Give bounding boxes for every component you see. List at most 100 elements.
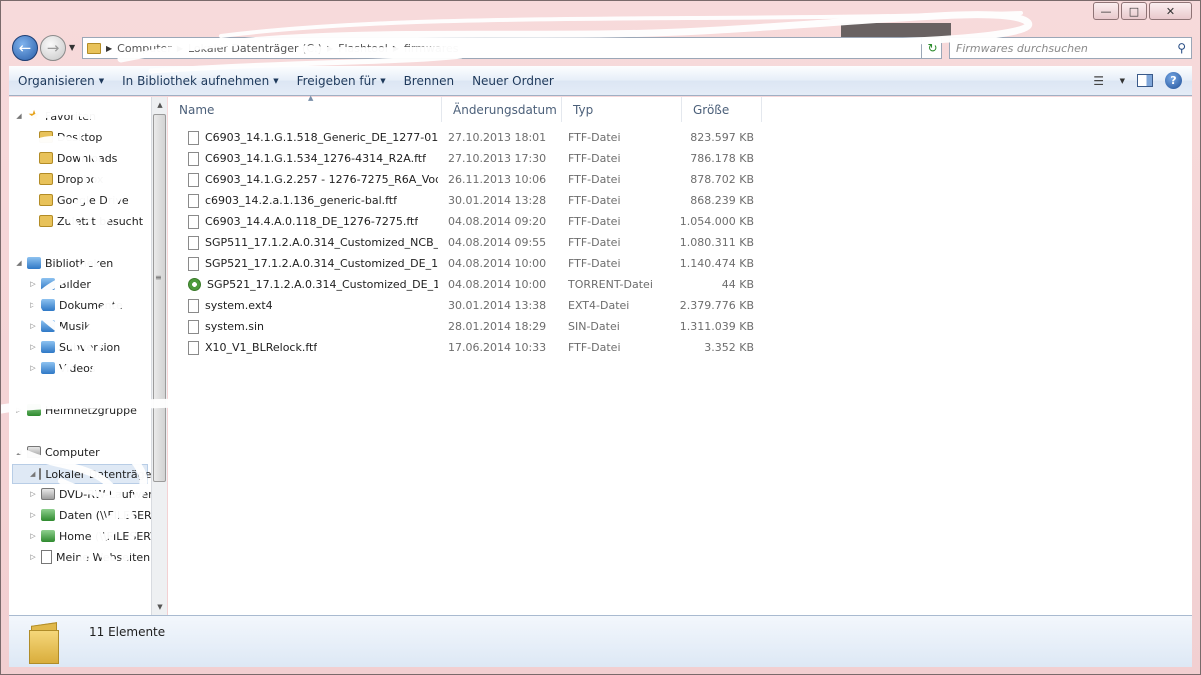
file-date: 04.08.2014 09:55 bbox=[448, 236, 547, 249]
expand-arrow-icon[interactable]: ▷ bbox=[29, 490, 37, 498]
search-input[interactable]: Firmwares durchsuchen ⚲ bbox=[949, 37, 1192, 59]
back-button[interactable]: ← bbox=[12, 35, 38, 61]
expand-arrow-icon[interactable]: ▷ bbox=[29, 280, 37, 288]
file-date: 28.01.2014 18:29 bbox=[448, 320, 547, 333]
nav-item-network-data[interactable]: ▷ Daten (\\FILESERVER) bbox=[29, 506, 151, 524]
refresh-icon: ↻ bbox=[927, 41, 938, 55]
expand-arrow-icon[interactable]: ◢ bbox=[15, 112, 23, 120]
breadcrumb-flashtool[interactable]: Flashtool bbox=[338, 42, 388, 55]
nav-item-libraries[interactable]: ◢ Bibliotheken bbox=[15, 254, 113, 272]
expand-arrow-icon[interactable]: ◢ bbox=[30, 470, 35, 478]
file-size: 1.140.474 KB bbox=[679, 257, 754, 270]
close-button[interactable]: ✕ bbox=[1149, 2, 1192, 20]
view-dropdown-icon[interactable]: ▼ bbox=[1120, 77, 1125, 85]
expand-arrow-icon[interactable]: ▷ bbox=[29, 553, 37, 561]
column-header-label: Name bbox=[179, 102, 215, 117]
nav-item-dropbox[interactable]: Dropbox bbox=[39, 170, 103, 188]
nav-item-google-drive[interactable]: Google Drive bbox=[39, 191, 129, 209]
column-header-size[interactable]: Größe bbox=[682, 97, 762, 122]
document-icon bbox=[41, 550, 52, 564]
address-bar[interactable]: ▶ Computer ▶ Lokaler Datenträger (C:) ▶ … bbox=[82, 37, 942, 59]
expand-arrow-icon[interactable]: ◢ bbox=[15, 448, 23, 456]
expand-arrow-icon[interactable]: ▷ bbox=[29, 532, 37, 540]
column-header-date[interactable]: Änderungsdatum bbox=[442, 97, 562, 122]
chevron-right-icon[interactable]: ▶ bbox=[327, 44, 333, 53]
expand-arrow-icon[interactable]: ▷ bbox=[29, 511, 37, 519]
refresh-button[interactable]: ↻ bbox=[921, 37, 943, 59]
nav-item-videos[interactable]: ▷ Videos bbox=[29, 359, 95, 377]
drive-icon bbox=[39, 468, 42, 480]
file-name-cell: system.ext4 bbox=[188, 298, 438, 313]
file-name-cell: SGP511_17.1.2.A.0.314_Customized_NCB_... bbox=[188, 235, 438, 250]
file-icon bbox=[188, 214, 199, 229]
expand-arrow-icon[interactable]: ▷ bbox=[29, 322, 37, 330]
breadcrumb-drive[interactable]: Lokaler Datenträger (C:) bbox=[188, 42, 322, 55]
nav-item-homegroup[interactable]: ▷ Heimnetzgruppe bbox=[15, 401, 137, 419]
chevron-right-icon[interactable]: ▶ bbox=[177, 44, 183, 53]
library-icon bbox=[41, 320, 55, 332]
chevron-right-icon[interactable]: ▶ bbox=[393, 44, 399, 53]
scroll-down-icon[interactable]: ▼ bbox=[152, 599, 168, 615]
breadcrumb-computer[interactable]: Computer bbox=[117, 42, 172, 55]
file-name-cell: C6903_14.1.G.2.257 - 1276-7275_R6A_Vod..… bbox=[188, 172, 438, 187]
nav-item-subversion[interactable]: ▷ Subversion bbox=[29, 338, 120, 356]
search-icon[interactable]: ⚲ bbox=[1177, 41, 1186, 55]
nav-item-label: Bibliotheken bbox=[45, 256, 114, 270]
file-date: 30.01.2014 13:28 bbox=[448, 194, 547, 207]
include-library-menu[interactable]: In Bibliothek aufnehmen ▼ bbox=[113, 69, 287, 93]
nav-item-label: Dropbox bbox=[57, 172, 104, 186]
nav-item-computer[interactable]: ◢ Computer bbox=[15, 443, 99, 461]
nav-item-documents[interactable]: ▷ Dokumente bbox=[29, 296, 122, 314]
nav-item-label: Bilder bbox=[59, 277, 91, 291]
nav-item-my-websites[interactable]: ▷ Meine Webseiten bbox=[29, 548, 150, 566]
nav-item-music[interactable]: ▷ Musik bbox=[29, 317, 90, 335]
recent-pages-dropdown[interactable]: ▼ bbox=[69, 43, 75, 52]
nav-item-local-disk[interactable]: ◢ Lokaler Datenträger bbox=[12, 464, 151, 484]
share-menu[interactable]: Freigeben für ▼ bbox=[288, 69, 395, 93]
nav-item-favorites[interactable]: ◢ ★ Favoriten bbox=[15, 107, 96, 125]
breadcrumb-firmwares[interactable]: firmwares bbox=[404, 42, 459, 55]
nav-item-recent[interactable]: Zuletzt besucht bbox=[39, 212, 143, 230]
change-view-button[interactable]: ☰ bbox=[1090, 74, 1108, 88]
expand-arrow-icon[interactable]: ▷ bbox=[29, 364, 37, 372]
star-icon: ★ bbox=[27, 108, 41, 124]
maximize-button[interactable]: □ bbox=[1121, 2, 1147, 20]
column-header-name[interactable]: ▲ Name bbox=[168, 94, 442, 122]
folder-icon bbox=[39, 194, 53, 206]
navpane-scrollbar[interactable]: ▲ ≡ ▼ bbox=[151, 97, 167, 615]
scrollbar-thumb[interactable] bbox=[153, 114, 166, 482]
expand-arrow-icon[interactable]: ▷ bbox=[29, 301, 37, 309]
nav-item-dvd-drive[interactable]: ▷ DVD-RW-Laufwerk bbox=[29, 485, 151, 503]
chevron-right-icon[interactable]: ▶ bbox=[106, 44, 112, 53]
file-name: c6903_14.2.a.1.136_generic-bal.ftf bbox=[205, 194, 397, 207]
burn-button[interactable]: Brennen bbox=[395, 69, 463, 93]
preview-pane-icon[interactable] bbox=[1137, 74, 1153, 87]
nav-item-downloads[interactable]: Downloads bbox=[39, 149, 117, 167]
help-icon[interactable]: ? bbox=[1165, 72, 1182, 89]
expand-arrow-icon[interactable]: ▷ bbox=[29, 343, 37, 351]
minimize-button[interactable]: — bbox=[1093, 2, 1119, 20]
expand-arrow-icon[interactable]: ◢ bbox=[15, 259, 23, 267]
file-icon bbox=[188, 235, 199, 250]
file-type: FTF-Datei bbox=[568, 236, 621, 249]
file-icon bbox=[188, 130, 199, 145]
nav-item-label: Google Drive bbox=[57, 193, 129, 207]
scroll-up-icon[interactable]: ▲ bbox=[152, 97, 168, 113]
file-size: 1.054.000 KB bbox=[679, 215, 754, 228]
expand-arrow-icon[interactable]: ▷ bbox=[15, 406, 23, 414]
column-header-type[interactable]: Typ bbox=[562, 97, 682, 122]
nav-item-network-home[interactable]: ▷ Home (\\FILESERVER) bbox=[29, 527, 151, 545]
address-row: ← → ▼ ▶ Computer ▶ Lokaler Datenträger (… bbox=[9, 34, 1192, 62]
file-type: FTF-Datei bbox=[568, 152, 621, 165]
new-folder-button[interactable]: Neuer Ordner bbox=[463, 69, 563, 93]
organize-menu[interactable]: Organisieren ▼ bbox=[9, 69, 113, 93]
nav-item-label: Downloads bbox=[57, 151, 118, 165]
file-size: 44 KB bbox=[721, 278, 754, 291]
drive-icon bbox=[41, 488, 55, 500]
forward-button[interactable]: → bbox=[40, 35, 66, 61]
nav-item-pictures[interactable]: ▷ Bilder bbox=[29, 275, 91, 293]
nav-item-desktop[interactable]: Desktop bbox=[39, 128, 102, 146]
file-date: 04.08.2014 09:20 bbox=[448, 215, 547, 228]
nav-item-label: Zuletzt besucht bbox=[57, 214, 144, 228]
file-type: FTF-Datei bbox=[568, 194, 621, 207]
